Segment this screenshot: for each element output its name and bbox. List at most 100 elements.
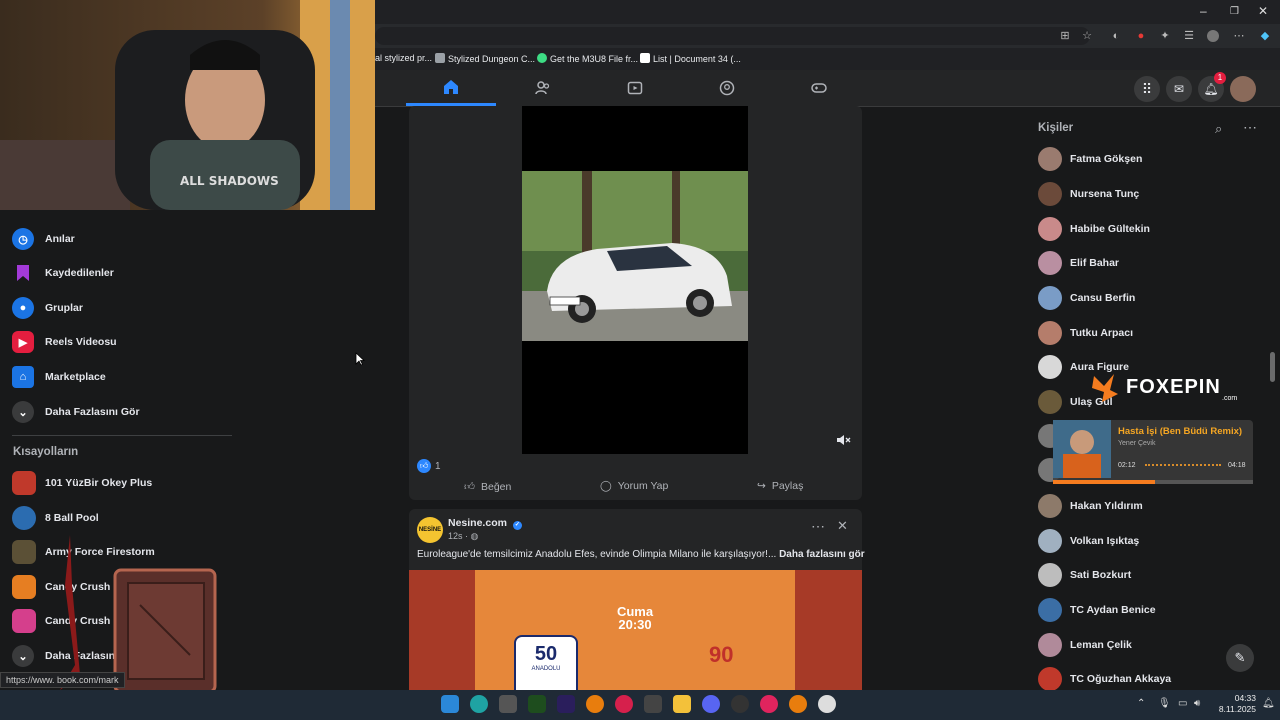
contact-item[interactable]: Cansu Berfin	[1038, 285, 1135, 311]
premiere-icon[interactable]	[557, 695, 575, 713]
bookmark-item[interactable]: al stylized pr...	[375, 53, 432, 63]
search-icon[interactable]: ⌕	[1215, 121, 1222, 137]
maximize-button[interactable]: ❐	[1230, 6, 1239, 17]
blender-2-icon[interactable]	[789, 695, 807, 713]
sidebar-item-groups[interactable]: ● Gruplar	[12, 293, 83, 323]
bookmarks-bar: al stylized pr... Stylized Dungeon C... …	[375, 48, 1280, 70]
contact-item[interactable]: Tutku Arpacı	[1038, 320, 1133, 346]
page-avatar[interactable]: NESİNE	[417, 517, 443, 543]
tray-chevron-icon[interactable]: ⌃	[1137, 698, 1145, 709]
contact-item[interactable]: TC Oğuzhan Akkaya	[1038, 666, 1171, 692]
app-thumbnail	[12, 575, 36, 599]
scrollbar-thumb[interactable]	[1270, 352, 1275, 382]
reaction-summary[interactable]: 👍︎ 1	[417, 459, 441, 473]
contact-item[interactable]: Fatma Gökşen	[1038, 146, 1142, 172]
notifications-button[interactable]: 🔔︎ 1	[1198, 72, 1226, 102]
discord-icon[interactable]	[702, 695, 720, 713]
profile-icon[interactable]	[1207, 30, 1219, 42]
blender-icon[interactable]	[586, 695, 604, 713]
see-more-link[interactable]: Daha fazlasını gör	[779, 549, 865, 560]
tab-gaming[interactable]	[774, 70, 864, 106]
bookmark-item[interactable]: Get the M3U8 File fr...	[537, 53, 638, 64]
post-options-icon[interactable]: ⋯	[811, 518, 825, 535]
start-icon[interactable]	[441, 695, 459, 713]
extension-icon[interactable]: ◐	[1110, 30, 1122, 42]
extension-red-icon[interactable]: ●	[1135, 30, 1147, 42]
obs-icon[interactable]	[731, 695, 749, 713]
contact-item[interactable]: Volkan Işıktaş	[1038, 528, 1139, 554]
sidebar-item-saved[interactable]: Kaydedilenler	[12, 258, 114, 288]
copilot-icon[interactable]: ◆	[1259, 30, 1271, 42]
file-explorer-icon[interactable]	[673, 695, 691, 713]
total-time: 04:18	[1228, 462, 1246, 469]
more-menu-icon[interactable]: ⋯	[1233, 30, 1245, 42]
clock-time: 04:33	[1234, 693, 1256, 703]
account-avatar[interactable]	[1230, 76, 1256, 102]
contact-name: Fatma Gökşen	[1070, 153, 1143, 165]
left-sidebar: ◷ Anılar Kaydedilenler ● Gruplar ▶ Reels Vi…	[0, 210, 240, 694]
bookmark-icon	[537, 53, 547, 63]
new-message-button[interactable]: ✎	[1226, 644, 1254, 672]
post-time[interactable]: 12s ·	[448, 531, 471, 541]
menu-button[interactable]: ⠿	[1134, 76, 1160, 102]
contacts-options-icon[interactable]: ⋯	[1243, 119, 1257, 136]
tab-video[interactable]	[590, 70, 680, 106]
tab-friends[interactable]	[498, 70, 588, 106]
contact-item[interactable]: Nursena Tunç	[1038, 181, 1139, 207]
contact-item[interactable]: Hakan Yıldırım	[1038, 493, 1143, 519]
like-button[interactable]: 👍︎ Beğen	[464, 480, 511, 494]
bookmark-item[interactable]: Stylized Dungeon C...	[435, 53, 535, 64]
hide-post-icon[interactable]: ✕	[837, 518, 848, 534]
sidebar-item-label: Anılar	[45, 233, 75, 245]
snipping-tool-icon[interactable]	[499, 695, 517, 713]
sidebar-item-reels[interactable]: ▶ Reels Videosu	[12, 327, 117, 357]
post-time-row: 12s · ◍	[448, 531, 478, 542]
post-image[interactable]: Cuma 20:30 50 ANADOLU 90	[409, 570, 862, 690]
contact-item[interactable]: Elif Bahar	[1038, 250, 1119, 276]
clock-icon: ◷	[12, 228, 34, 250]
favorites-icon[interactable]: ☰	[1183, 30, 1195, 42]
contact-item[interactable]: Habibe Gültekin	[1038, 216, 1150, 242]
minimize-button[interactable]: –	[1200, 4, 1207, 18]
messenger-button[interactable]: ✉	[1166, 76, 1192, 102]
favorite-star-icon[interactable]: ☆	[1081, 30, 1093, 42]
tab-groups[interactable]	[682, 70, 772, 106]
app-icon[interactable]: ⊞	[1059, 30, 1071, 42]
contact-item[interactable]: TC Aydan Benice	[1038, 597, 1156, 623]
close-window-button[interactable]: ✕	[1258, 4, 1268, 18]
share-button[interactable]: ↪ Paylaş	[757, 480, 803, 492]
sidebar-see-more[interactable]: ⌄ Daha Fazlasını Gör	[12, 397, 140, 427]
contacts-title: Kişiler	[1038, 122, 1074, 134]
comment-button[interactable]: ◯ Yorum Yap	[600, 480, 668, 492]
tab-home[interactable]	[406, 70, 496, 106]
extensions-puzzle-icon[interactable]: ✦	[1159, 30, 1171, 42]
search-app-icon[interactable]	[644, 695, 662, 713]
sidebar-item-marketplace[interactable]: ⌂ Marketplace	[12, 362, 106, 392]
groups-icon: ●	[12, 297, 34, 319]
edge-icon[interactable]	[470, 695, 488, 713]
address-bar[interactable]	[375, 27, 1090, 45]
microphone-icon[interactable]: 🎙︎	[1158, 698, 1171, 709]
avatar	[1038, 494, 1062, 518]
settings-gear-icon[interactable]	[818, 695, 836, 713]
system-clock[interactable]: 04:33 8.11.2025	[1212, 693, 1256, 715]
car-photo	[522, 171, 748, 341]
avatar	[1038, 147, 1062, 171]
contact-item[interactable]: Sati Bozkurt	[1038, 562, 1131, 588]
red-app-icon[interactable]	[615, 695, 633, 713]
sidebar-item-memories[interactable]: ◷ Anılar	[12, 224, 75, 254]
pt-app-icon[interactable]	[528, 695, 546, 713]
gaming-icon	[811, 83, 827, 93]
volume-icon[interactable]: 🔊︎	[1194, 698, 1200, 709]
contact-item[interactable]: Leman Çelik	[1038, 632, 1132, 658]
bookmark-item[interactable]: List | Document 34 (...	[640, 53, 741, 64]
notification-center-icon[interactable]: 🔔︎	[1262, 698, 1275, 709]
compose-icon: ✎	[1234, 650, 1246, 665]
mute-icon[interactable]	[835, 433, 851, 447]
post-video[interactable]	[522, 106, 851, 454]
notification-badge: 1	[1214, 72, 1226, 84]
network-icon[interactable]: ▭	[1178, 698, 1187, 709]
shortcut-item[interactable]: 101 YüzBir Okey Plus	[12, 468, 152, 498]
post-author[interactable]: Nesine.com	[448, 517, 507, 529]
media-player-icon[interactable]	[760, 695, 778, 713]
